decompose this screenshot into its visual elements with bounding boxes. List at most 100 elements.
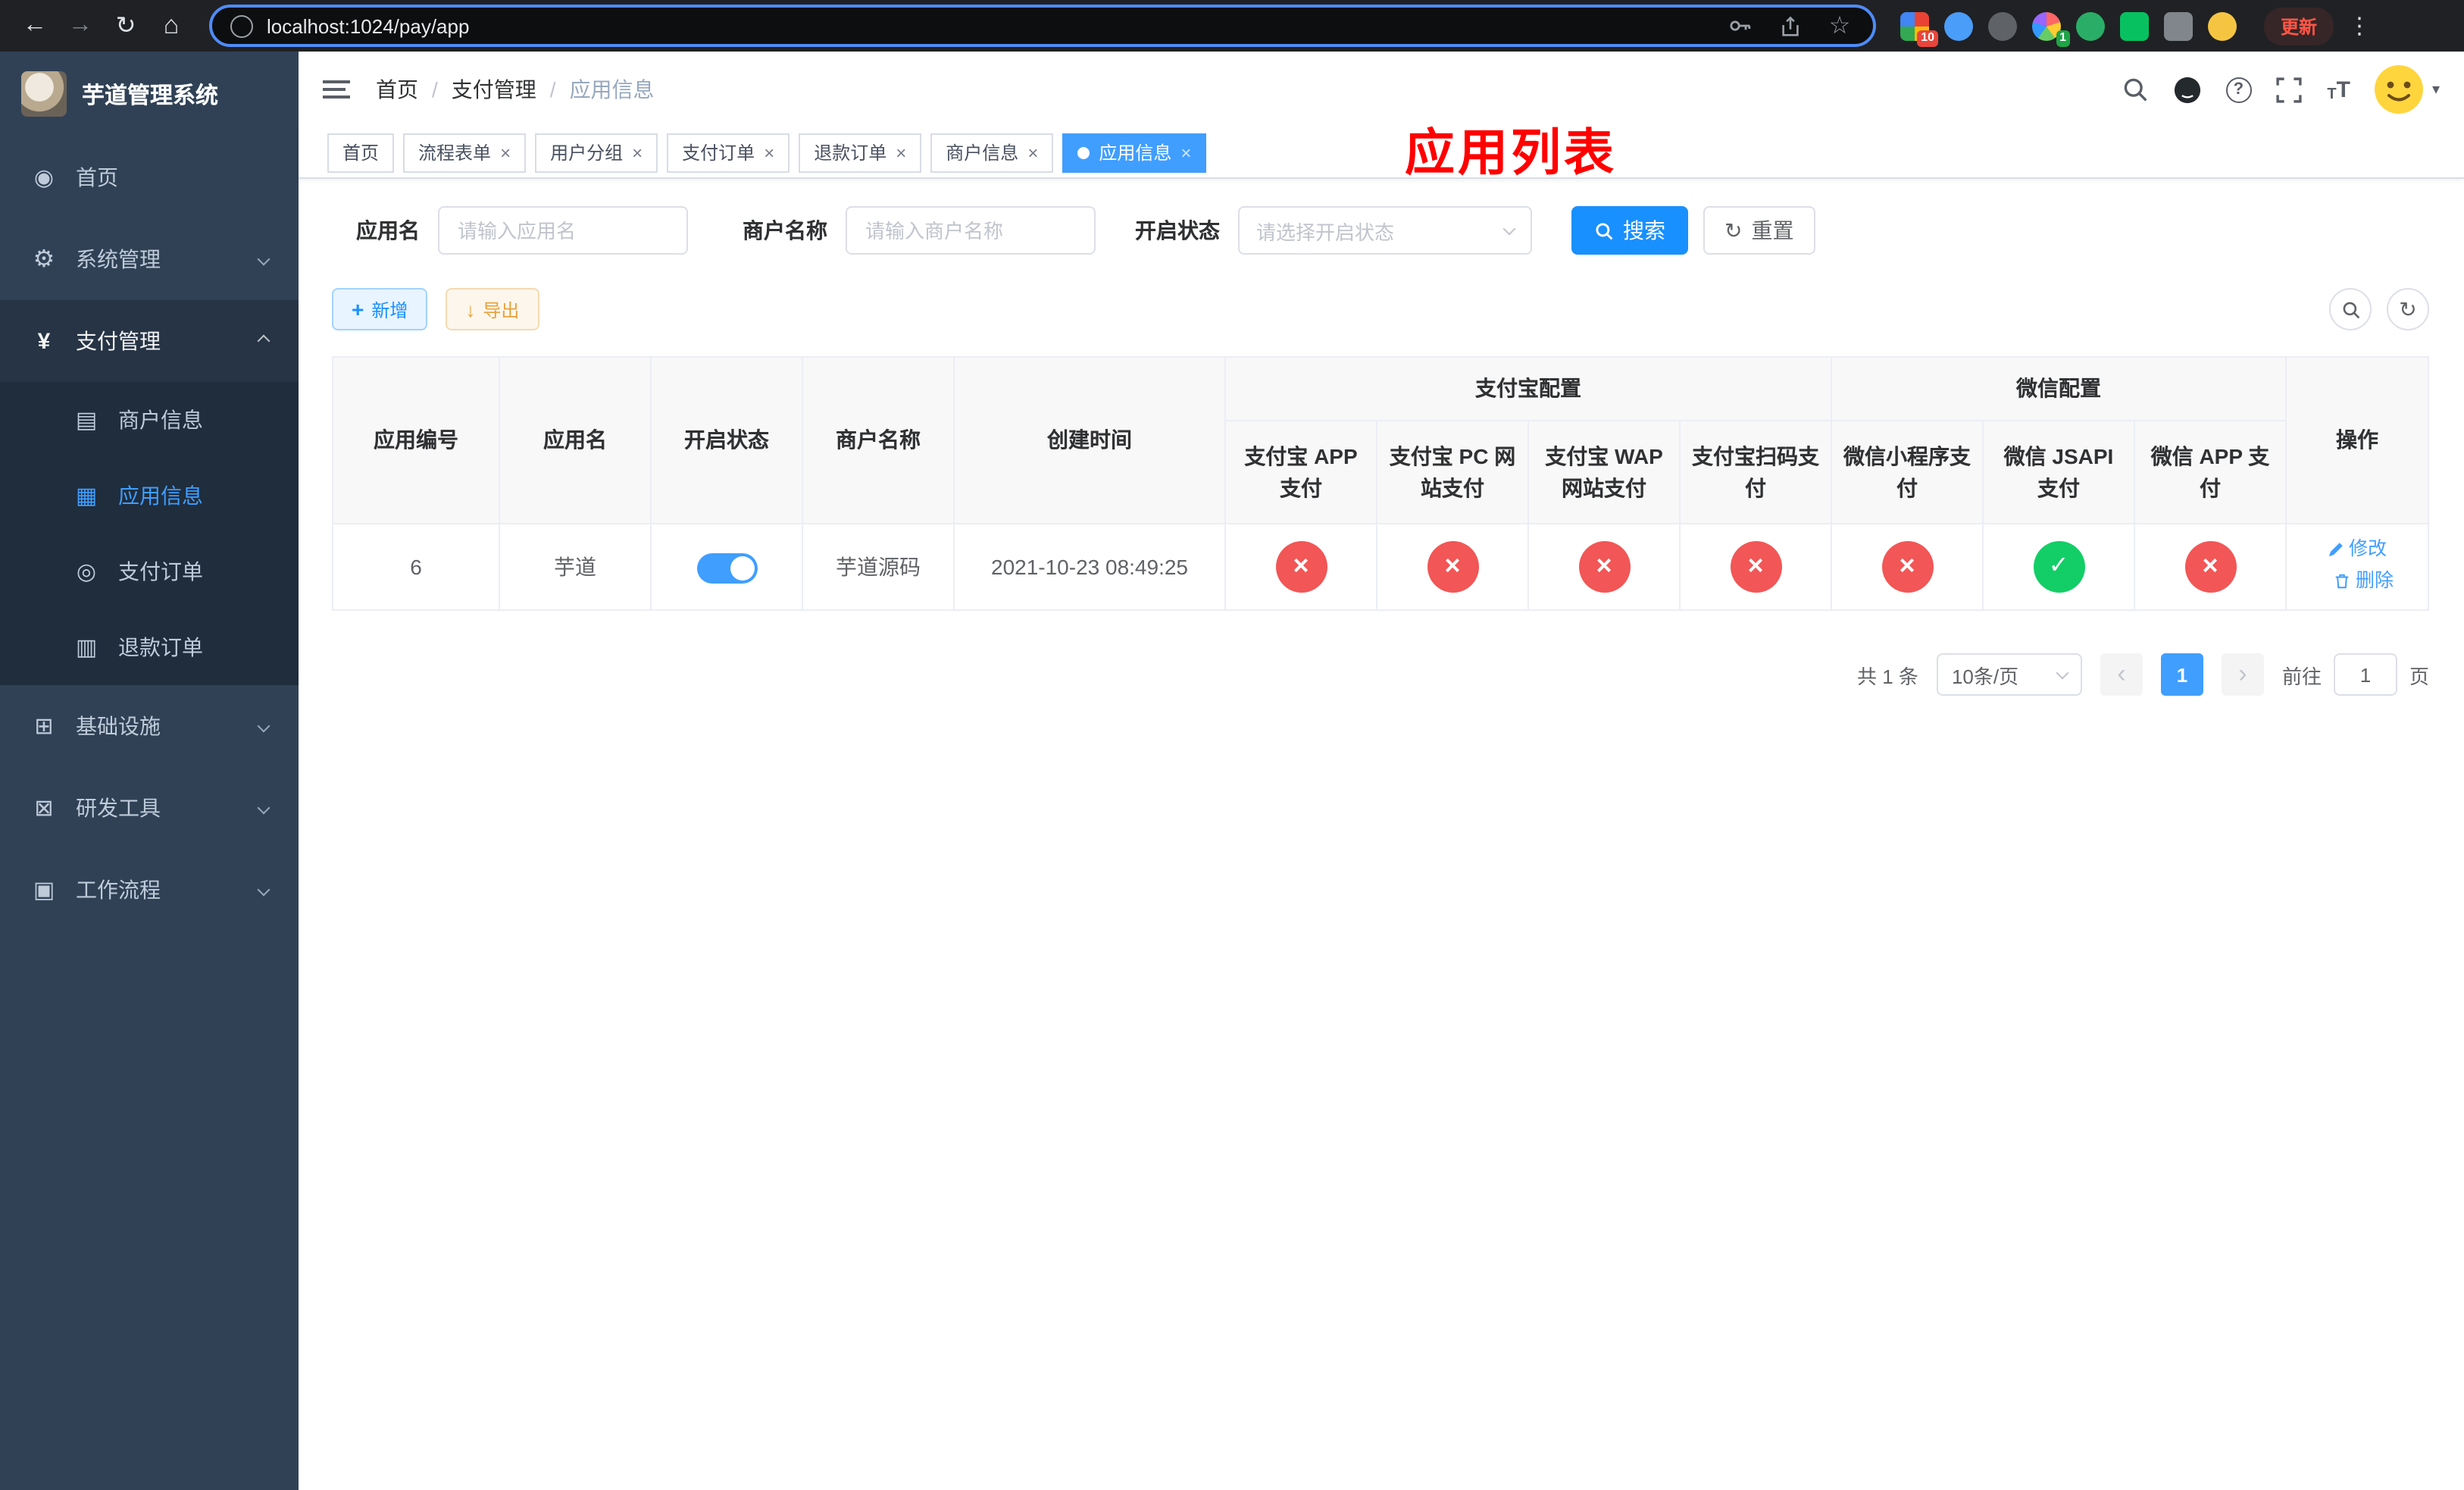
user-menu[interactable] <box>2373 64 2440 115</box>
sidebar-item-system[interactable]: 系统管理 <box>0 218 299 300</box>
delete-link[interactable]: 删除 <box>2334 567 2394 596</box>
tab-process-form[interactable]: 流程表单 <box>403 133 527 172</box>
sidebar-item-label: 应用信息 <box>118 484 203 508</box>
status-toggle[interactable] <box>696 552 757 584</box>
goto-label: 前往 <box>2281 665 2322 687</box>
app-name-input[interactable] <box>438 206 688 255</box>
cell-merchant: 芋道源码 <box>802 523 955 611</box>
bookmark-star-icon[interactable] <box>1825 11 1855 41</box>
status-cross-icon <box>1275 541 1327 593</box>
sidebar-item-refund-orders[interactable]: 退款订单 <box>0 609 299 685</box>
share-icon[interactable] <box>1775 11 1805 41</box>
app-logo <box>21 71 67 117</box>
sidebar-item-pay-orders[interactable]: 支付订单 <box>0 534 299 609</box>
breadcrumb-payment[interactable]: 支付管理 <box>452 74 536 105</box>
col-header-name: 应用名 <box>499 356 652 524</box>
sidebar-item-home[interactable]: 首页 <box>0 136 299 218</box>
tab-user-group[interactable]: 用户分组 <box>535 133 658 172</box>
font-size-icon[interactable] <box>2327 77 2350 102</box>
col-header-status: 开启状态 <box>650 356 803 524</box>
main-area: 首页 支付管理 应用信息 <box>299 52 2464 1490</box>
extension-drop-icon[interactable] <box>1944 11 1973 40</box>
edit-link[interactable]: 修改 <box>2328 535 2387 564</box>
tab-home[interactable]: 首页 <box>327 133 395 172</box>
credit-card-icon <box>73 406 100 434</box>
browser-forward-icon[interactable] <box>61 6 100 45</box>
browser-menu-icon[interactable] <box>2340 6 2379 45</box>
browser-home-icon[interactable] <box>152 6 191 45</box>
add-button[interactable]: 新增 <box>332 288 428 330</box>
extension-colorful-icon[interactable]: 1 <box>2032 11 2070 46</box>
sidebar-item-app-info[interactable]: 应用信息 <box>0 458 299 534</box>
prev-page-button[interactable] <box>2100 653 2143 696</box>
plus-icon <box>352 297 364 321</box>
status-select[interactable]: 请选择开启状态 <box>1238 206 1532 255</box>
chevron-down-icon <box>257 252 270 266</box>
export-button[interactable]: 导出 <box>446 288 539 330</box>
next-page-button[interactable] <box>2221 653 2264 696</box>
tab-app-info[interactable]: 应用信息 <box>1062 133 1207 172</box>
navbar: 首页 支付管理 应用信息 <box>299 52 2464 180</box>
page-size-select[interactable]: 10条/页 <box>1936 653 2082 696</box>
search-icon[interactable] <box>2119 74 2150 105</box>
extension-emoji-icon[interactable] <box>2208 11 2237 40</box>
sidebar-item-dev-tools[interactable]: 研发工具 <box>0 767 299 849</box>
sidebar-item-workflow[interactable]: 工作流程 <box>0 849 299 931</box>
password-key-icon[interactable] <box>1724 11 1755 41</box>
cell-wx-jsapi <box>1982 523 2135 611</box>
tab-refund-orders[interactable]: 退款订单 <box>799 133 922 172</box>
yen-icon <box>30 328 58 354</box>
close-tab-icon[interactable] <box>896 143 906 161</box>
tab-label: 退款订单 <box>814 142 887 164</box>
extension-dark-icon[interactable] <box>1988 11 2017 40</box>
tab-label: 商户信息 <box>946 142 1019 164</box>
goto-page-input[interactable] <box>2333 653 2397 696</box>
cell-wx-app <box>2134 523 2287 611</box>
site-info-icon[interactable] <box>230 14 253 37</box>
sidebar-item-label: 工作流程 <box>76 878 161 902</box>
extension-chat-icon[interactable] <box>2120 11 2149 40</box>
fullscreen-icon[interactable] <box>2274 74 2304 105</box>
reset-button[interactable]: 重置 <box>1703 206 1815 255</box>
extensions-puzzle-icon[interactable] <box>2164 11 2193 40</box>
breadcrumb-separator <box>432 77 438 102</box>
help-icon[interactable] <box>2225 77 2252 102</box>
avatar[interactable] <box>2373 64 2425 115</box>
status-cross-icon <box>1881 541 1933 593</box>
refresh-table-icon[interactable] <box>2387 288 2429 330</box>
workflow-icon <box>30 876 58 903</box>
close-tab-icon[interactable] <box>500 143 511 161</box>
status-label: 开启状态 <box>1135 218 1220 243</box>
sidebar-item-label: 支付订单 <box>118 559 203 584</box>
extension-grid-icon[interactable]: 10 <box>1900 11 1938 46</box>
browser-back-icon[interactable] <box>15 6 55 45</box>
sidebar-item-payment[interactable]: 支付管理 <box>0 300 299 382</box>
cell-status <box>650 523 803 611</box>
sidebar-item-infrastructure[interactable]: 基础设施 <box>0 685 299 767</box>
goto-page: 前往 页 <box>2282 653 2429 696</box>
address-bar[interactable]: localhost:1024/pay/app <box>209 5 1876 47</box>
github-icon[interactable] <box>2172 74 2203 105</box>
browser-update-button[interactable]: 更新 <box>2264 7 2334 45</box>
merchant-name-input[interactable] <box>846 206 1096 255</box>
close-tab-icon[interactable] <box>1027 143 1038 161</box>
close-tab-icon[interactable] <box>764 143 774 161</box>
extension-green-circle-icon[interactable] <box>2076 11 2105 40</box>
breadcrumb-home[interactable]: 首页 <box>376 74 418 105</box>
search-button[interactable]: 搜索 <box>1571 206 1688 255</box>
sidebar-toggle-icon[interactable] <box>323 80 350 99</box>
chevron-down-icon <box>257 719 270 733</box>
browser-reload-icon[interactable] <box>106 6 145 45</box>
col-header-alipay-qr: 支付宝扫码支付 <box>1679 420 1832 524</box>
logo-row[interactable]: 芋道管理系统 <box>0 52 299 136</box>
toggle-search-icon[interactable] <box>2329 288 2372 330</box>
extensions-row: 10 1 <box>1900 11 2237 46</box>
url-text[interactable]: localhost:1024/pay/app <box>267 14 1711 37</box>
close-tab-icon[interactable] <box>632 143 643 161</box>
page-number-button[interactable]: 1 <box>2160 653 2203 696</box>
col-header-wx-jsapi: 微信 JSAPI 支付 <box>1982 420 2135 524</box>
tab-pay-orders[interactable]: 支付订单 <box>667 133 790 172</box>
close-tab-icon[interactable] <box>1180 143 1191 161</box>
sidebar-item-merchant-info[interactable]: 商户信息 <box>0 382 299 458</box>
tab-merchant-info[interactable]: 商户信息 <box>930 133 1054 172</box>
